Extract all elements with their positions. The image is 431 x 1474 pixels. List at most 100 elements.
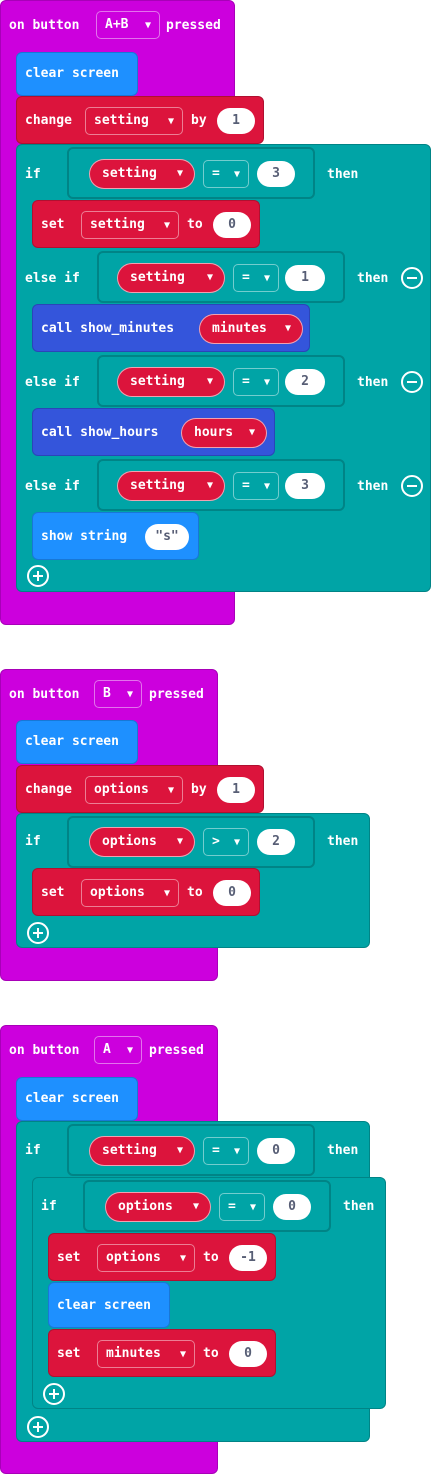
variable-dropdown[interactable]: setting ▼ xyxy=(81,211,179,239)
call-function-block[interactable]: call show_hours hours ▼ xyxy=(32,408,275,456)
by-label: by xyxy=(191,113,207,128)
set-variable-block[interactable]: set options ▼ to -1 xyxy=(48,1233,276,1281)
number-input[interactable]: 0 xyxy=(229,1341,267,1367)
else-if-label: else if xyxy=(25,479,80,494)
variable-dropdown[interactable]: options ▼ xyxy=(85,776,183,804)
number-input[interactable]: 2 xyxy=(257,829,295,855)
chevron-down-icon: ▼ xyxy=(176,1145,183,1156)
operator-dropdown[interactable]: = ▼ xyxy=(203,160,249,188)
variable-pill[interactable]: hours ▼ xyxy=(181,418,267,448)
number-input[interactable]: 1 xyxy=(217,108,255,134)
chevron-down-icon: ▼ xyxy=(249,1202,256,1213)
event-label: on button xyxy=(9,687,80,702)
set-variable-block[interactable]: set minutes ▼ to 0 xyxy=(48,1329,276,1377)
operator-dropdown[interactable]: = ▼ xyxy=(233,472,279,500)
number-input[interactable]: 3 xyxy=(285,473,325,499)
number-input[interactable]: 3 xyxy=(257,161,295,187)
chevron-down-icon: ▼ xyxy=(263,377,270,388)
variable-dropdown[interactable]: minutes ▼ xyxy=(97,1340,195,1368)
block-label: change xyxy=(25,782,72,797)
block-label: show string xyxy=(41,529,128,544)
number-input[interactable]: 1 xyxy=(217,777,255,803)
add-else-if-icon[interactable] xyxy=(27,565,49,587)
chevron-down-icon: ▼ xyxy=(233,169,240,180)
then-label: then xyxy=(357,271,389,286)
block-label: change xyxy=(25,113,72,128)
variable-dropdown-value: options xyxy=(106,1250,161,1265)
variable-pill[interactable]: setting ▼ xyxy=(117,471,225,501)
add-else-if-icon[interactable] xyxy=(43,1383,65,1405)
variable-dropdown-value: setting xyxy=(90,217,145,232)
event-suffix: pressed xyxy=(149,1043,204,1058)
clear-screen-block[interactable]: clear screen xyxy=(16,720,138,764)
button-dropdown-value: A+B xyxy=(105,17,129,32)
chevron-down-icon: ▼ xyxy=(206,480,213,491)
number-input[interactable]: 0 xyxy=(213,880,251,906)
variable-pill[interactable]: setting ▼ xyxy=(89,1136,195,1166)
variable-dropdown[interactable]: options ▼ xyxy=(97,1244,195,1272)
button-dropdown[interactable]: A ▼ xyxy=(94,1036,142,1064)
variable-pill-value: options xyxy=(118,1199,173,1214)
variable-dropdown[interactable]: options ▼ xyxy=(81,879,179,907)
remove-else-if-icon[interactable] xyxy=(401,371,423,393)
change-variable-block[interactable]: change options ▼ by 1 xyxy=(16,765,264,813)
variable-pill[interactable]: setting ▼ xyxy=(117,263,225,293)
operator-value: = xyxy=(242,478,250,493)
button-dropdown[interactable]: B ▼ xyxy=(94,680,142,708)
set-variable-block[interactable]: set setting ▼ to 0 xyxy=(32,200,260,248)
operator-dropdown[interactable]: = ▼ xyxy=(203,1137,249,1165)
clear-screen-block[interactable]: clear screen xyxy=(16,52,138,96)
button-dropdown-value: B xyxy=(103,686,111,701)
then-label: then xyxy=(357,375,389,390)
operator-value: = xyxy=(228,1199,236,1214)
chevron-down-icon: ▼ xyxy=(163,220,170,231)
to-label: to xyxy=(203,1250,219,1265)
operator-value: = xyxy=(242,270,250,285)
string-input[interactable]: "s" xyxy=(145,524,189,550)
operator-dropdown[interactable]: = ▼ xyxy=(233,264,279,292)
chevron-down-icon: ▼ xyxy=(206,376,213,387)
remove-else-if-icon[interactable] xyxy=(401,267,423,289)
chevron-down-icon: ▼ xyxy=(167,785,174,796)
number-input[interactable]: 1 xyxy=(285,265,325,291)
number-input[interactable]: 0 xyxy=(257,1138,295,1164)
to-label: to xyxy=(187,885,203,900)
variable-pill[interactable]: options ▼ xyxy=(89,827,195,857)
variable-dropdown[interactable]: setting ▼ xyxy=(85,107,183,135)
clear-screen-block[interactable]: clear screen xyxy=(16,1077,138,1121)
then-label: then xyxy=(357,479,389,494)
operator-dropdown[interactable]: > ▼ xyxy=(203,828,249,856)
operator-value: > xyxy=(212,834,220,849)
set-variable-block[interactable]: set options ▼ to 0 xyxy=(32,868,260,916)
add-else-if-icon[interactable] xyxy=(27,1416,49,1438)
variable-pill[interactable]: options ▼ xyxy=(105,1192,211,1222)
button-dropdown[interactable]: A+B ▼ xyxy=(96,11,160,39)
then-label: then xyxy=(343,1199,375,1214)
by-label: by xyxy=(191,782,207,797)
change-variable-block[interactable]: change setting ▼ by 1 xyxy=(16,96,264,144)
operator-dropdown[interactable]: = ▼ xyxy=(233,368,279,396)
add-else-if-icon[interactable] xyxy=(27,922,49,944)
chevron-down-icon: ▼ xyxy=(233,837,240,848)
clear-screen-block[interactable]: clear screen xyxy=(48,1282,170,1328)
operator-dropdown[interactable]: = ▼ xyxy=(219,1193,265,1221)
number-input[interactable]: -1 xyxy=(229,1245,267,1271)
operator-value: = xyxy=(212,166,220,181)
number-input[interactable]: 2 xyxy=(285,369,325,395)
show-string-block[interactable]: show string "s" xyxy=(32,512,199,560)
chevron-down-icon: ▼ xyxy=(206,272,213,283)
call-function-block[interactable]: call show_minutes minutes ▼ xyxy=(32,304,310,352)
variable-pill[interactable]: setting ▼ xyxy=(89,159,195,189)
variable-pill[interactable]: minutes ▼ xyxy=(199,314,303,344)
block-label: clear screen xyxy=(25,66,119,81)
number-input[interactable]: 0 xyxy=(213,212,251,238)
number-input[interactable]: 0 xyxy=(273,1194,311,1220)
block-label: clear screen xyxy=(57,1298,151,1313)
else-if-label: else if xyxy=(25,375,80,390)
to-label: to xyxy=(203,1346,219,1361)
remove-else-if-icon[interactable] xyxy=(401,475,423,497)
variable-pill[interactable]: setting ▼ xyxy=(117,367,225,397)
chevron-down-icon: ▼ xyxy=(263,273,270,284)
variable-dropdown-value: options xyxy=(90,885,145,900)
variable-dropdown-value: minutes xyxy=(106,1346,161,1361)
